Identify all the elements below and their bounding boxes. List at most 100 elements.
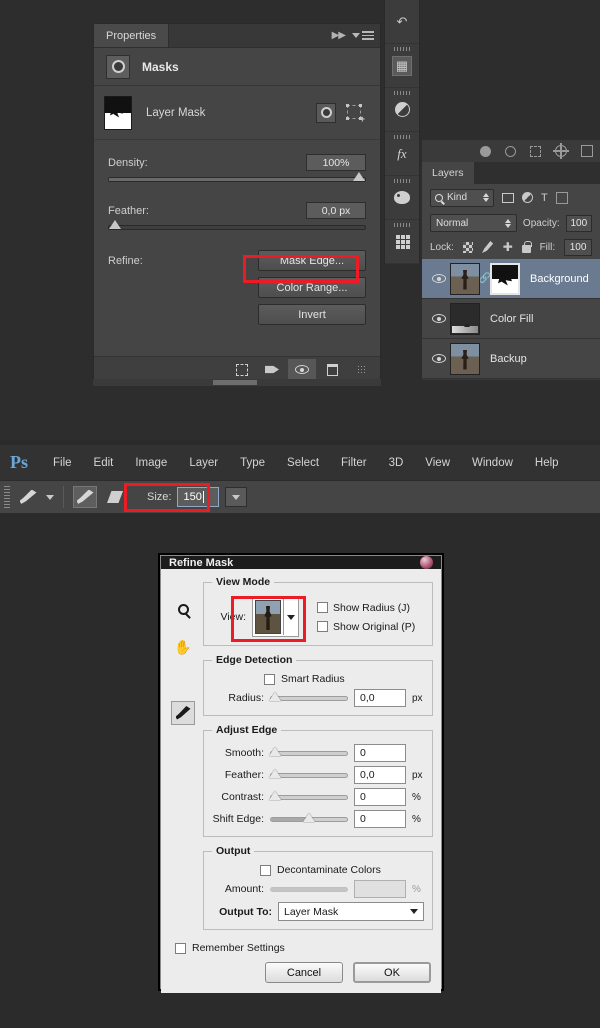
contrast-slider[interactable] <box>270 795 348 800</box>
zoom-tool-icon[interactable] <box>171 597 195 621</box>
layer-thumbnail[interactable] <box>450 303 480 335</box>
vector-mask-icon[interactable]: + <box>346 104 364 122</box>
type-filter-icon[interactable]: T <box>541 192 548 204</box>
feather-slider-thumb[interactable] <box>269 769 281 778</box>
density-value[interactable]: 100% <box>306 154 366 171</box>
options-bar-grip-icon[interactable] <box>4 486 10 508</box>
smooth-slider-thumb[interactable] <box>269 747 281 756</box>
menu-item-select[interactable]: Select <box>276 457 330 469</box>
dock-item-styles[interactable]: fx <box>385 132 419 176</box>
refine-edge-brush-icon[interactable] <box>16 486 40 508</box>
feather-slider-thumb[interactable] <box>109 220 121 229</box>
dock-item-history[interactable]: ↶ <box>385 0 419 44</box>
image-filter-icon[interactable] <box>502 193 514 203</box>
checkbox-icon[interactable] <box>175 943 186 954</box>
dock-item-grid[interactable] <box>385 220 419 264</box>
shift-edge-slider-thumb[interactable] <box>303 813 315 822</box>
layer-thumbnail[interactable] <box>450 263 480 295</box>
menu-item-edit[interactable]: Edit <box>83 457 125 469</box>
erase-refinements-tool-icon[interactable] <box>103 486 127 508</box>
cancel-button[interactable]: Cancel <box>265 962 343 983</box>
layer-mask-thumbnail[interactable] <box>104 96 132 130</box>
shift-edge-input[interactable]: 0 <box>354 810 406 828</box>
panel-menu-icon[interactable] <box>352 31 374 40</box>
layer-mask-thumbnail[interactable] <box>490 263 520 295</box>
size-input[interactable]: 150 <box>177 487 219 507</box>
remember-settings-row[interactable]: Remember Settings <box>175 942 431 954</box>
output-to-select[interactable]: Layer Mask <box>278 902 424 921</box>
open-circle-icon[interactable] <box>505 146 516 157</box>
menu-item-image[interactable]: Image <box>124 457 178 469</box>
adjustment-filter-icon[interactable] <box>522 192 533 203</box>
load-selection-from-mask-icon[interactable] <box>228 359 256 381</box>
layer-visibility-icon[interactable] <box>428 314 450 323</box>
density-slider[interactable] <box>108 177 366 182</box>
menu-item-window[interactable]: Window <box>461 457 524 469</box>
tool-preset-caret-icon[interactable] <box>46 495 54 500</box>
checkbox-icon[interactable] <box>264 674 275 685</box>
target-icon[interactable] <box>555 145 567 157</box>
apply-mask-icon[interactable] <box>258 359 286 381</box>
contrast-input[interactable]: 0 <box>354 788 406 806</box>
checkbox-icon[interactable] <box>317 621 328 632</box>
radius-slider[interactable] <box>270 696 348 701</box>
smooth-slider[interactable] <box>270 751 348 756</box>
toggle-mask-visibility-icon[interactable] <box>288 359 316 381</box>
radius-slider-thumb[interactable] <box>269 692 281 701</box>
feather-slider[interactable] <box>108 225 366 230</box>
ok-button[interactable]: OK <box>353 962 431 983</box>
menu-item-file[interactable]: File <box>42 457 83 469</box>
tab-layers[interactable]: Layers <box>422 162 474 184</box>
table-row[interactable]: Backup <box>422 339 600 379</box>
menu-item-view[interactable]: View <box>414 457 461 469</box>
filter-kind-select[interactable]: Kind <box>430 189 494 207</box>
table-row[interactable]: Color Fill <box>422 299 600 339</box>
table-row[interactable]: 🔗 Background <box>422 259 600 299</box>
feather-slider[interactable] <box>270 773 348 778</box>
size-dropdown-button[interactable] <box>225 487 247 507</box>
square-icon[interactable] <box>581 145 593 157</box>
menu-item-type[interactable]: Type <box>229 457 276 469</box>
dock-item-swatches[interactable] <box>385 176 419 220</box>
feather-value[interactable]: 0,0 px <box>306 202 366 219</box>
fill-value[interactable]: 100 <box>564 239 592 256</box>
shift-edge-slider[interactable] <box>270 817 348 822</box>
dashed-square-icon[interactable] <box>530 146 541 157</box>
dock-item-adjustments[interactable]: ▦ <box>385 44 419 88</box>
dock-grabber-icon[interactable] <box>394 135 410 139</box>
delete-mask-icon[interactable] <box>318 359 346 381</box>
dock-item-properties[interactable] <box>385 88 419 132</box>
collapse-arrows-icon[interactable]: ▶▶ <box>332 30 345 41</box>
shape-filter-icon[interactable] <box>556 192 568 204</box>
menu-item-layer[interactable]: Layer <box>178 457 229 469</box>
feather-input[interactable]: 0,0 <box>354 766 406 784</box>
dock-grabber-icon[interactable] <box>394 223 410 227</box>
refine-radius-brush-icon[interactable] <box>171 701 195 725</box>
resize-grip-icon[interactable] <box>348 359 376 381</box>
color-range-button[interactable]: Color Range... <box>258 277 366 298</box>
link-icon[interactable]: 🔗 <box>480 273 490 284</box>
pixel-mask-button-icon[interactable] <box>316 103 336 123</box>
density-slider-thumb[interactable] <box>353 172 365 181</box>
dock-grabber-icon[interactable] <box>394 47 410 51</box>
filled-circle-icon[interactable] <box>480 146 491 157</box>
layer-mask-row[interactable]: Layer Mask + <box>94 86 380 140</box>
dock-grabber-icon[interactable] <box>394 91 410 95</box>
mask-edge-button[interactable]: Mask Edge... <box>258 250 366 271</box>
layer-visibility-icon[interactable] <box>428 354 450 363</box>
layer-visibility-icon[interactable] <box>428 274 450 283</box>
properties-horizontal-scrollbar[interactable] <box>93 379 381 386</box>
checkbox-icon[interactable] <box>317 602 328 613</box>
opacity-value[interactable]: 100 <box>566 215 592 232</box>
smooth-input[interactable]: 0 <box>354 744 406 762</box>
lock-image-icon[interactable] <box>482 241 493 253</box>
show-original-checkbox[interactable]: Show Original (P) <box>317 621 415 633</box>
menu-item-help[interactable]: Help <box>524 457 570 469</box>
tab-properties[interactable]: Properties <box>94 24 169 47</box>
lock-position-icon[interactable]: ✚ <box>502 241 513 253</box>
refine-radius-tool-icon[interactable] <box>73 486 97 508</box>
invert-button[interactable]: Invert <box>258 304 366 325</box>
hand-tool-icon[interactable]: ✋ <box>171 635 195 659</box>
checkbox-icon[interactable] <box>260 865 271 876</box>
lock-transparent-icon[interactable] <box>463 242 473 253</box>
